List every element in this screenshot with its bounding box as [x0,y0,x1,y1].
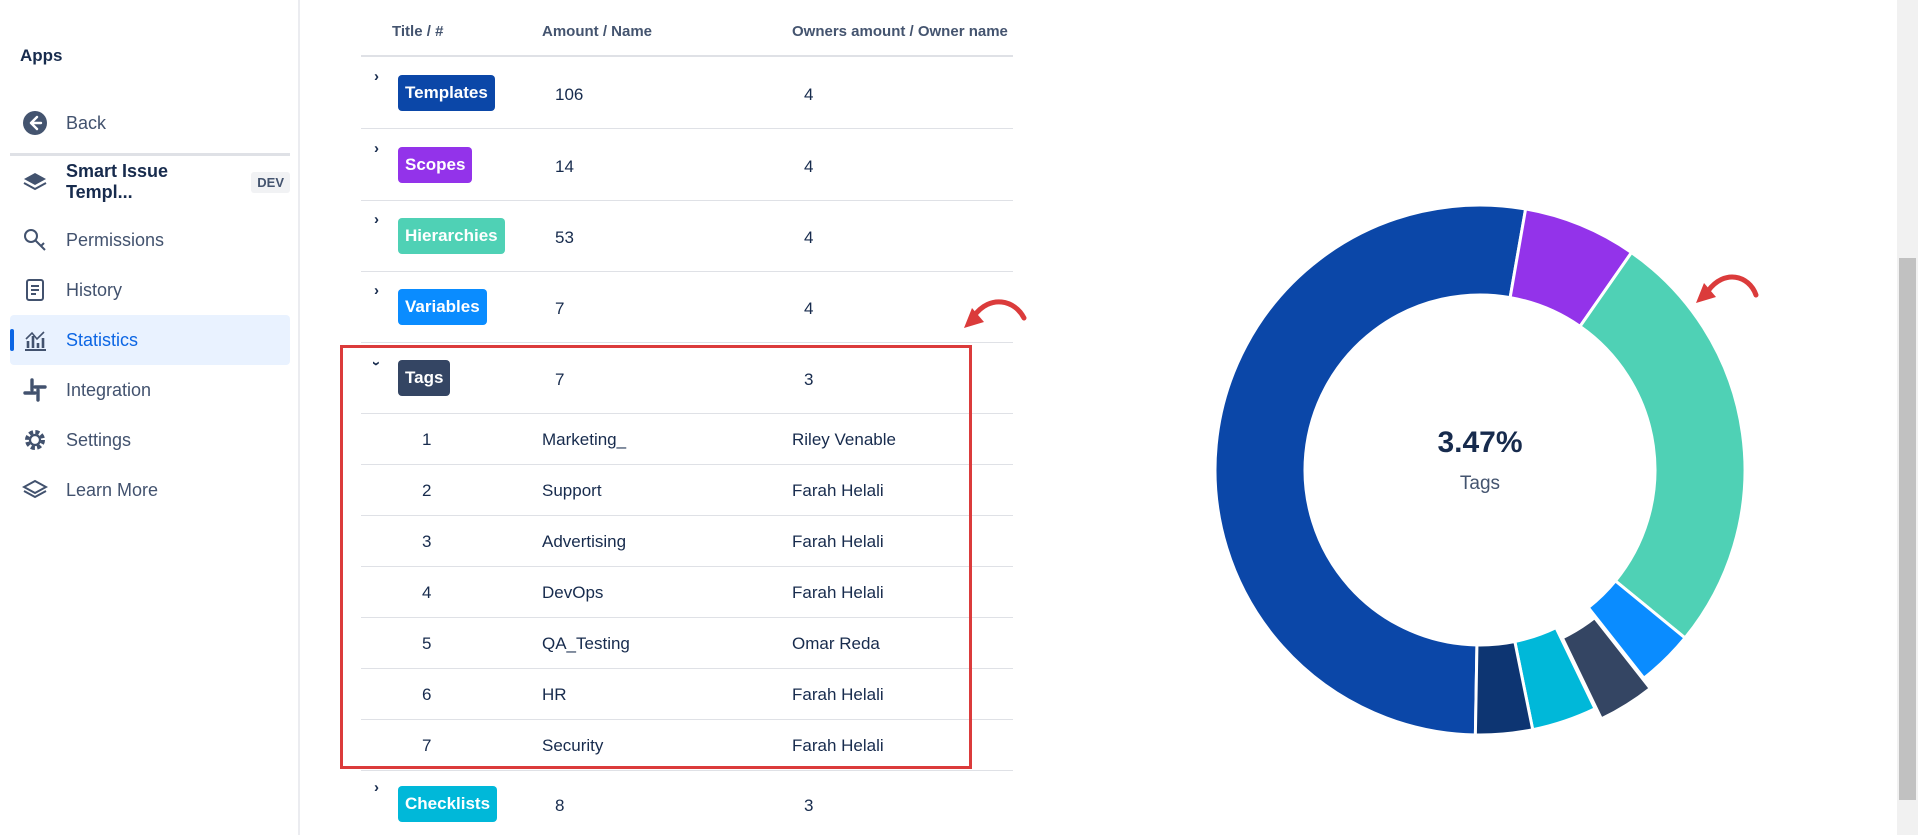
owners-cell: 3 [804,796,814,815]
tag-number: 4 [422,583,432,602]
tag-row: 4 DevOps Farah Helali [361,567,1013,618]
tag-row: 7 Security Farah Helali [361,720,1013,771]
chevron-down-icon[interactable]: › [368,361,385,366]
owners-cell: 4 [804,228,814,247]
tag-name: DevOps [542,583,604,602]
tag-number: 5 [422,634,432,653]
tag-owner: Farah Helali [792,685,884,704]
table-row-hierarchies[interactable]: › Hierarchies 53 4 [361,201,1013,272]
tag-number: 1 [422,430,432,449]
amount-cell: 7 [555,299,565,318]
sidebar-item-learn-more[interactable]: Learn More [10,465,290,515]
tag-owner: Farah Helali [792,481,884,500]
sidebar-divider [10,153,290,156]
group-pill: Hierarchies [398,218,505,254]
sidebar-title: Apps [20,46,63,65]
sidebar-item-label: Learn More [66,479,159,500]
sidebar: Apps Back Smart Issue Templ... DEV Permi… [0,0,300,835]
tag-name: QA_Testing [542,634,630,653]
dev-badge: DEV [251,171,290,193]
chevron-right-icon[interactable]: › [374,282,379,299]
table-row-variables[interactable]: › Variables 7 4 [361,272,1013,343]
sidebar-item-settings[interactable]: Settings [10,415,290,465]
table-row-templates[interactable]: › Templates 106 4 [361,58,1013,129]
owners-cell: 4 [804,299,814,318]
sidebar-item-label: Statistics [66,329,139,350]
donut-center-label: Tags [1459,473,1501,494]
tag-name: Advertising [542,532,627,551]
tag-number: 7 [422,736,432,755]
table-row-checklists[interactable]: › Checklists 8 3 [361,771,1013,835]
slack-icon [22,377,48,403]
tag-name: Marketing_ [542,430,627,449]
tag-owner: Farah Helali [792,736,884,755]
back-arrow-icon [22,110,48,136]
scrollbar-thumb[interactable] [1899,258,1916,800]
amount-cell: 53 [555,228,574,247]
annotation-arrow-icon [964,299,1027,328]
amount-cell: 106 [555,85,584,104]
key-icon [22,227,48,253]
donut-center-value: 3.47% [1437,426,1523,459]
table-row-scopes[interactable]: › Scopes 14 4 [361,130,1013,201]
chevron-right-icon[interactable]: › [374,779,379,796]
history-icon [22,277,48,303]
tag-owner: Riley Venable [792,430,896,449]
sidebar-item-label: Permissions [66,229,165,250]
sidebar-item-label: Settings [66,429,132,450]
layers-icon [22,169,48,195]
sidebar-item-history[interactable]: History [10,265,290,315]
chevron-right-icon[interactable]: › [374,140,379,157]
column-header: Owners amount / Owner name [792,23,1008,40]
chevron-right-icon[interactable]: › [374,211,379,228]
column-header: Title / # [392,23,444,40]
chevron-right-icon[interactable]: › [374,68,379,85]
tag-name: Security [542,736,604,755]
sidebar-item-label: History [66,279,123,300]
gear-icon [22,427,48,453]
owners-cell: 3 [804,370,814,389]
group-pill: Variables [398,289,487,325]
back-label: Back [66,112,107,133]
tag-number: 2 [422,481,432,500]
group-pill: Templates [398,75,495,111]
amount-cell: 14 [555,157,574,176]
table-header: Title / # Amount / Name Owners amount / … [361,0,1013,57]
tag-owner: Omar Reda [792,634,880,653]
tag-owner: Farah Helali [792,532,884,551]
donut-segments [1213,203,1747,737]
tag-row: 1 Marketing_ Riley Venable [361,414,1013,465]
group-pill: Scopes [398,147,473,183]
tag-name: Support [542,481,602,500]
sidebar-item-statistics[interactable]: Statistics [10,315,290,365]
tag-row: 5 QA_Testing Omar Reda [361,618,1013,669]
chart-icon [22,327,48,353]
donut-chart [1213,203,1747,737]
sidebar-item-app[interactable]: Smart Issue Templ... DEV [10,157,290,207]
sidebar-item-label: Integration [66,379,152,400]
owners-cell: 4 [804,157,814,176]
tag-number: 6 [422,685,432,704]
sidebar-item-permissions[interactable]: Permissions [10,215,290,265]
tag-row: 3 Advertising Farah Helali [361,516,1013,567]
back-button[interactable]: Back [10,98,290,148]
group-pill: Tags [398,360,451,396]
amount-cell: 8 [555,796,565,815]
app-name: Smart Issue Templ... [66,161,169,202]
amount-cell: 7 [555,370,565,389]
tag-name: HR [542,685,567,704]
tag-owner: Farah Helali [792,583,884,602]
scrollbar[interactable] [1897,0,1918,835]
sidebar-item-integration[interactable]: Integration [10,365,290,415]
tag-row: 6 HR Farah Helali [361,669,1013,720]
owners-cell: 4 [804,85,814,104]
tag-row: 2 Support Farah Helali [361,465,1013,516]
tag-number: 3 [422,532,432,551]
group-pill: Checklists [398,786,498,822]
layers-icon [22,477,48,503]
column-header: Amount / Name [542,23,653,40]
table-row-tags[interactable]: › Tags 7 3 [361,343,1013,414]
